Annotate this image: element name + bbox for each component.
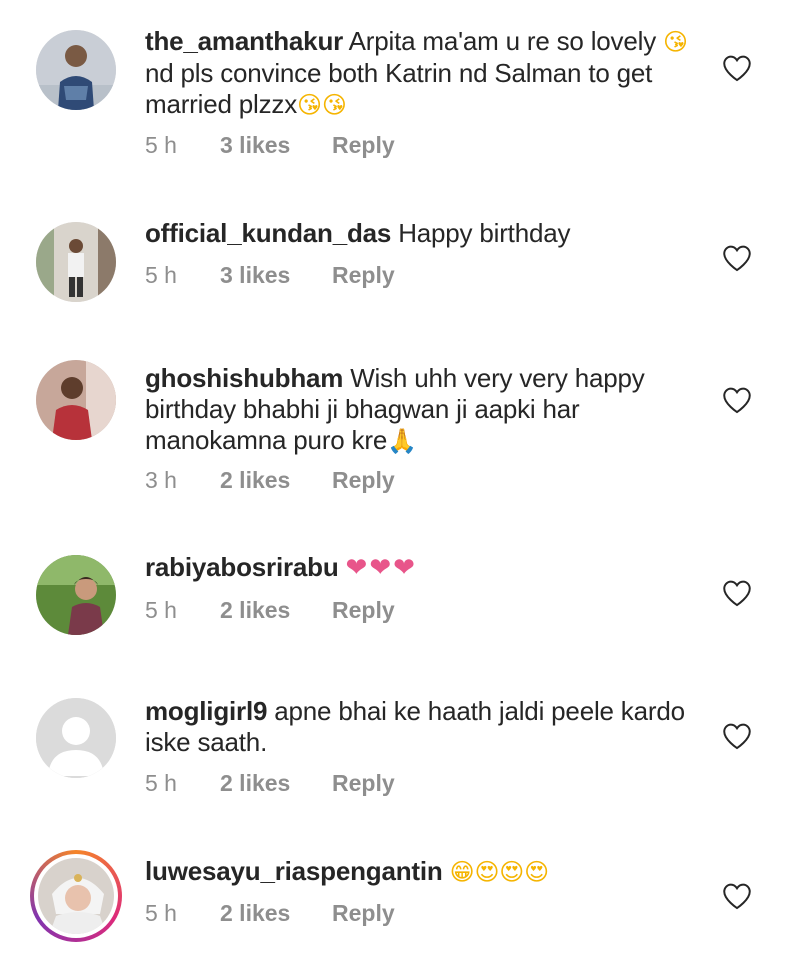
like-button[interactable] [720, 51, 754, 85]
avatar-photo [36, 555, 116, 635]
comment-body: rabiyabosrirabu ❤❤❤ [145, 552, 695, 584]
avatar [38, 858, 114, 934]
avatar[interactable] [36, 222, 116, 302]
comment-likes[interactable]: 3 likes [220, 262, 332, 289]
comment-meta: 5 h 3 likes Reply [145, 132, 395, 159]
comment-username[interactable]: mogligirl9 [145, 696, 267, 726]
kiss-emoji: 😘 [663, 28, 688, 56]
comment-time: 5 h [145, 132, 177, 158]
like-button[interactable] [720, 241, 754, 275]
avatar[interactable] [36, 698, 116, 778]
avatar[interactable] [36, 555, 116, 635]
comment-text: Arpita ma'am u re so lovely [348, 26, 664, 56]
folded-hands-emoji: 🙏 [387, 427, 417, 455]
comment-meta: 5 h 2 likes Reply [145, 900, 395, 927]
comment-body: ghoshishubham Wish uhh very very happy b… [145, 363, 695, 457]
avatar-story-ring[interactable] [30, 850, 122, 942]
heart-outline-icon [723, 580, 751, 607]
comment-likes[interactable]: 2 likes [220, 597, 332, 624]
like-button[interactable] [720, 719, 754, 753]
avatar-photo [36, 360, 116, 440]
comment-body: the_amanthakur Arpita ma'am u re so love… [145, 26, 695, 121]
comment-username[interactable]: ghoshishubham [145, 363, 343, 393]
comment-time: 3 h [145, 467, 177, 493]
kiss-emoji: 😘😘 [297, 91, 347, 119]
comment-likes[interactable]: 2 likes [220, 770, 332, 797]
comment-body: official_kundan_das Happy birthday [145, 218, 695, 249]
avatar-photo [36, 222, 116, 302]
reply-button[interactable]: Reply [332, 597, 395, 624]
comment-time: 5 h [145, 597, 177, 623]
comment-time: 5 h [145, 262, 177, 288]
comment-meta: 5 h 2 likes Reply [145, 770, 395, 797]
comment-body: mogligirl9 apne bhai ke haath jaldi peel… [145, 696, 695, 758]
heart-emojis: ❤❤❤ [345, 553, 417, 583]
heart-outline-icon [723, 723, 751, 750]
avatar-photo [36, 30, 116, 110]
like-button[interactable] [720, 383, 754, 417]
comment-time: 5 h [145, 770, 177, 796]
comment-likes[interactable]: 3 likes [220, 132, 332, 159]
smile-emojis: 😁😍😍😍 [449, 858, 549, 886]
comment-text: nd pls convince both Katrin nd Salman to… [145, 58, 653, 119]
heart-outline-icon [723, 883, 751, 910]
default-user-icon [36, 698, 116, 778]
comment-likes[interactable]: 2 likes [220, 467, 332, 494]
reply-button[interactable]: Reply [332, 467, 395, 494]
heart-outline-icon [723, 245, 751, 272]
comment-username[interactable]: luwesayu_riaspengantin [145, 856, 443, 886]
story-ring-gap [34, 854, 118, 938]
heart-outline-icon [723, 387, 751, 414]
avatar[interactable] [36, 30, 116, 110]
comment-text: Happy birthday [398, 218, 571, 248]
comment-username[interactable]: official_kundan_das [145, 218, 391, 248]
comment-username[interactable]: the_amanthakur [145, 26, 343, 56]
reply-button[interactable]: Reply [332, 132, 395, 159]
comment-body: luwesayu_riaspengantin 😁😍😍😍 [145, 856, 695, 888]
avatar-photo [38, 858, 114, 934]
avatar[interactable] [36, 360, 116, 440]
heart-outline-icon [723, 55, 751, 82]
like-button[interactable] [720, 576, 754, 610]
comment-username[interactable]: rabiyabosrirabu [145, 552, 339, 582]
comment-meta: 3 h 2 likes Reply [145, 467, 395, 494]
comment-time: 5 h [145, 900, 177, 926]
reply-button[interactable]: Reply [332, 900, 395, 927]
comment-meta: 5 h 2 likes Reply [145, 597, 395, 624]
reply-button[interactable]: Reply [332, 770, 395, 797]
comment-meta: 5 h 3 likes Reply [145, 262, 395, 289]
comment-likes[interactable]: 2 likes [220, 900, 332, 927]
like-button[interactable] [720, 879, 754, 913]
reply-button[interactable]: Reply [332, 262, 395, 289]
